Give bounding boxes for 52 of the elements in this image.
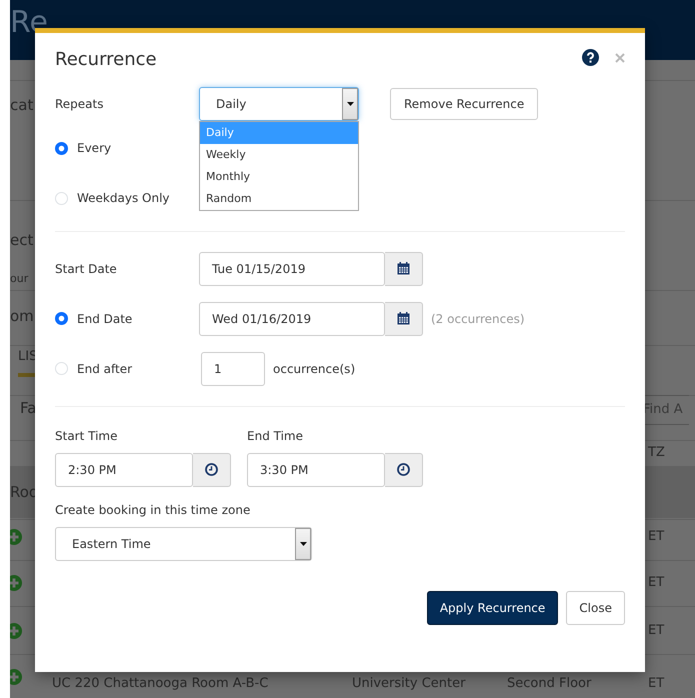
- table-cell: University Center: [352, 676, 466, 692]
- column-header: TZ: [648, 444, 665, 462]
- dialog-title: Recurrence: [55, 49, 157, 71]
- dropdown-option[interactable]: Random: [200, 188, 358, 210]
- table-cell: ET: [648, 676, 664, 692]
- picker-button[interactable]: [193, 452, 231, 487]
- date-field[interactable]: Tue 01/15/2019: [199, 252, 385, 286]
- table-cell-text: ET: [648, 528, 664, 546]
- date-field[interactable]: Wed 01/16/2019: [199, 302, 385, 336]
- page-text: om: [10, 306, 34, 327]
- table-cell: UC 220 Chattanooga Room A-B-C: [52, 676, 268, 692]
- close-button[interactable]: Close: [566, 590, 625, 625]
- clock-icon: [397, 463, 410, 476]
- page-text: our: [10, 271, 28, 287]
- field-label: Create booking in this time zone: [55, 502, 252, 519]
- radio-button[interactable]: [55, 142, 68, 155]
- unit-label: occurrence(s): [273, 360, 356, 378]
- caret-icon: [342, 88, 358, 120]
- table-cell-text: ET: [648, 622, 664, 640]
- field-label: Start Time: [55, 428, 118, 445]
- count-field[interactable]: 1: [201, 352, 265, 386]
- clock-icon: [205, 463, 218, 476]
- time-zone-select[interactable]: Eastern Time: [55, 526, 312, 561]
- table-cell-text: ET: [648, 574, 664, 592]
- radio-button[interactable]: [55, 312, 68, 326]
- dropdown-option[interactable]: Weekly: [200, 144, 358, 166]
- dropdown-option[interactable]: Monthly: [200, 166, 358, 188]
- help-icon[interactable]: [582, 49, 599, 66]
- radio-label: End Date: [77, 310, 132, 328]
- radio-label: Weekdays Only: [77, 190, 170, 208]
- radio-label: End after: [77, 360, 132, 378]
- field-label: Start Date: [55, 260, 118, 278]
- calendar-icon: [397, 312, 410, 326]
- calendar-icon: [397, 262, 410, 276]
- apply-button[interactable]: Apply Recurrence: [426, 590, 558, 625]
- remove-recurrence-button[interactable]: Remove Recurrence: [390, 88, 538, 120]
- table-cell: Second Floor: [507, 676, 592, 692]
- page-text: Fa: [20, 398, 36, 419]
- select-value: Eastern Time: [72, 536, 151, 553]
- field-label: Repeats: [55, 96, 104, 113]
- time-field[interactable]: 2:30 PM: [55, 452, 193, 487]
- page-text: ect: [10, 230, 34, 251]
- time-field[interactable]: 3:30 PM: [247, 452, 385, 487]
- picker-button[interactable]: [385, 302, 423, 336]
- picker-button[interactable]: [385, 252, 423, 286]
- select-value: Daily: [216, 96, 246, 113]
- occurrence-count: (2 occurrences): [431, 310, 525, 328]
- picker-button[interactable]: [385, 452, 423, 487]
- radio-label: Every: [77, 140, 112, 158]
- caret-icon: [295, 528, 311, 560]
- page-text: cat: [10, 95, 34, 116]
- field-label: End Time: [247, 428, 304, 445]
